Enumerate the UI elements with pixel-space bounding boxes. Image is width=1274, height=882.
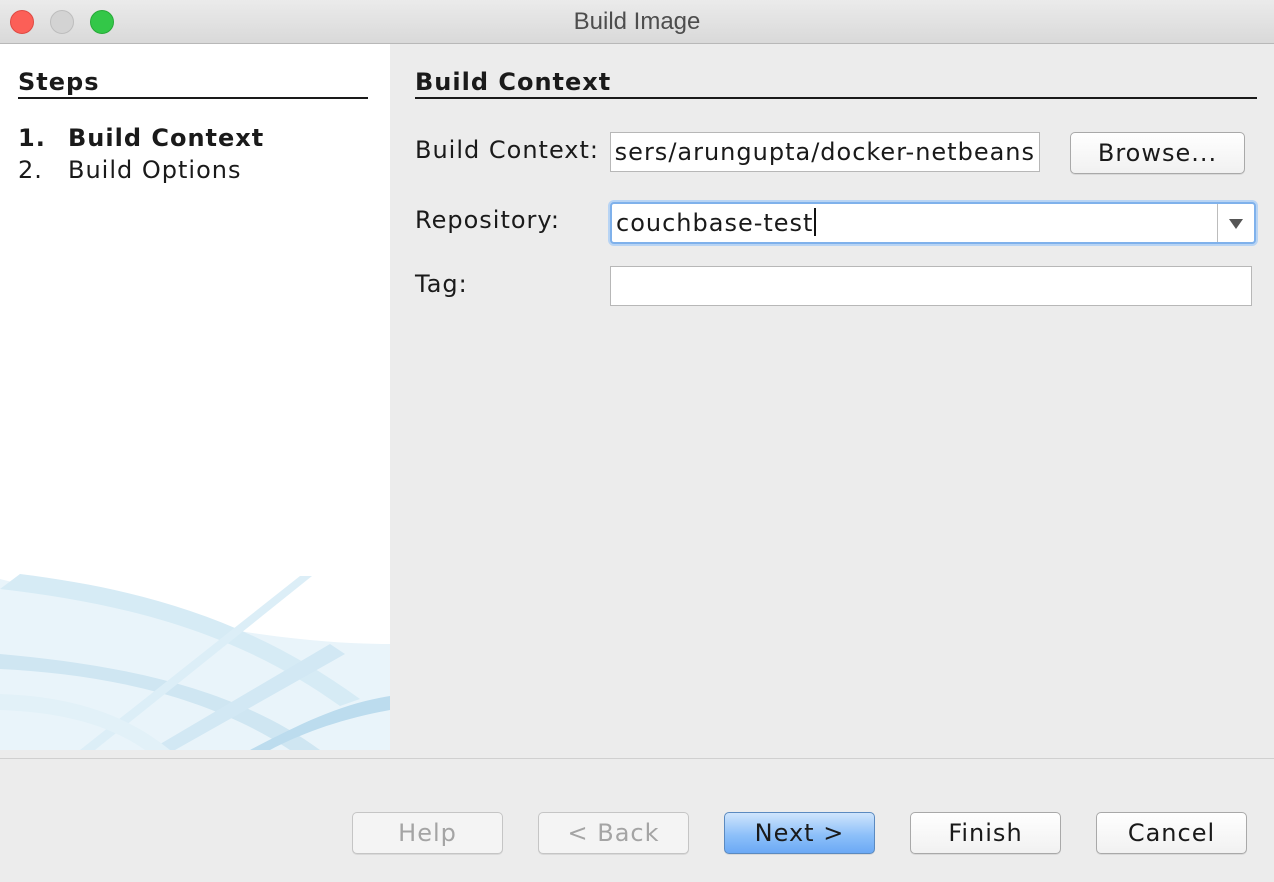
repository-label: Repository: — [415, 206, 560, 234]
steps-heading: Steps — [18, 68, 368, 99]
browse-button[interactable]: Browse... — [1070, 132, 1245, 174]
step-item-build-context: 1. Build Context — [18, 124, 264, 152]
next-button[interactable]: Next > — [724, 812, 875, 854]
repository-value: couchbase-test — [616, 209, 814, 237]
build-context-field[interactable]: sers/arungupta/docker-netbeans — [610, 132, 1040, 172]
back-button[interactable]: < Back — [538, 812, 689, 854]
cancel-button[interactable]: Cancel — [1096, 812, 1247, 854]
tag-label: Tag: — [415, 270, 468, 298]
tag-field[interactable] — [610, 266, 1252, 306]
chevron-down-icon[interactable] — [1217, 204, 1254, 242]
step-label: Build Options — [68, 156, 242, 184]
step-number: 1. — [18, 124, 46, 152]
build-context-label: Build Context: — [415, 136, 599, 164]
help-button[interactable]: Help — [352, 812, 503, 854]
footer-divider — [0, 758, 1274, 759]
panel-heading: Build Context — [415, 68, 1257, 99]
wizard-content-panel: Build Context Build Context: sers/arungu… — [390, 44, 1274, 750]
window-title: Build Image — [573, 8, 701, 35]
repository-combobox[interactable]: couchbase-test — [610, 202, 1256, 244]
step-item-build-options: 2. Build Options — [18, 156, 241, 184]
step-number: 2. — [18, 156, 43, 184]
step-label: Build Context — [68, 124, 265, 152]
steps-panel: Steps 1. Build Context 2. Build Options — [0, 44, 390, 750]
finish-button[interactable]: Finish — [910, 812, 1061, 854]
window-titlebar: Build Image — [0, 0, 1274, 44]
text-cursor — [814, 208, 817, 236]
